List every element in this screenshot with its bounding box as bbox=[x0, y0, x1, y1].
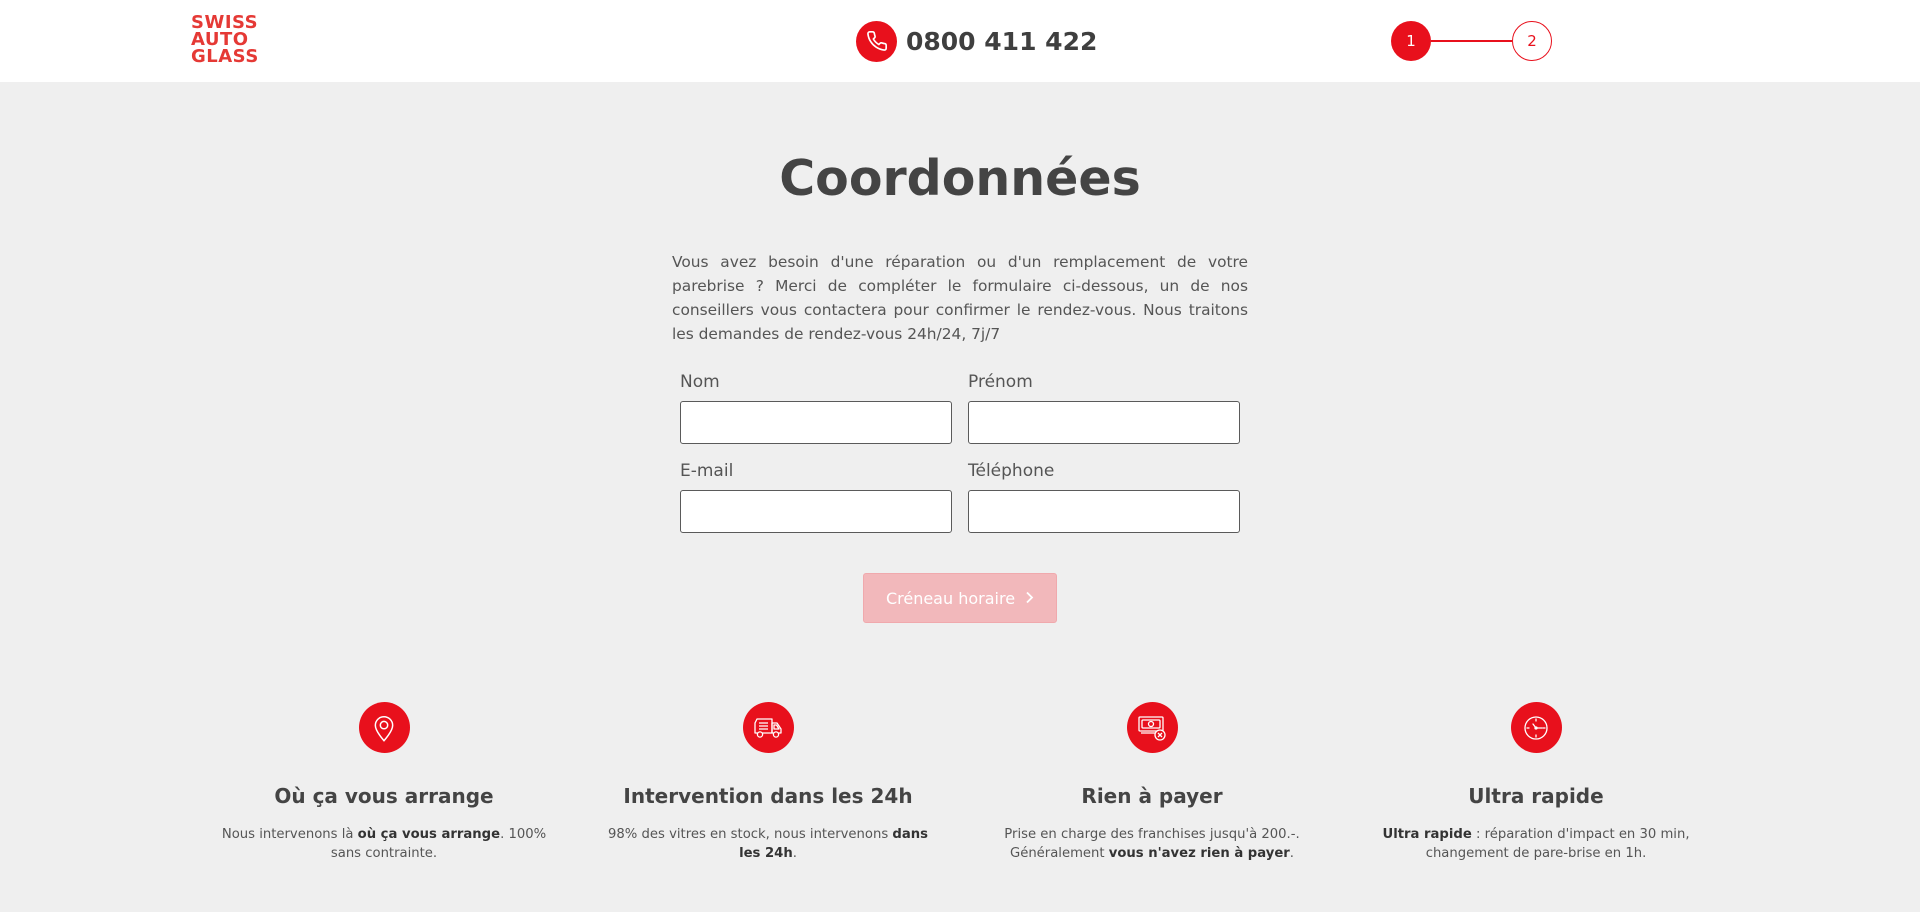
feature-location: Où ça vous arrange Nous intervenons là o… bbox=[192, 702, 576, 863]
step-2: 2 bbox=[1512, 21, 1552, 61]
feature-title: Ultra rapide bbox=[1468, 784, 1604, 808]
swiss-auto-glass-logo[interactable]: SWISS AUTO GLASS bbox=[191, 14, 273, 67]
telephone-input[interactable] bbox=[968, 490, 1240, 533]
nom-input[interactable] bbox=[680, 401, 952, 444]
prenom-input[interactable] bbox=[968, 401, 1240, 444]
feature-description: Nous intervenons là où ça vous arrange. … bbox=[221, 827, 547, 861]
creneau-horaire-label: Créneau horaire bbox=[885, 588, 1016, 608]
nom-label: Nom bbox=[680, 372, 720, 392]
truck-icon bbox=[742, 702, 794, 753]
feature-title: Intervention dans les 24h bbox=[623, 784, 913, 808]
chevron-right-icon bbox=[1025, 589, 1034, 608]
feature-intervention: Intervention dans les 24h 98% des vitres… bbox=[576, 702, 960, 863]
feature-description: 98% des vitres en stock, nous intervenon… bbox=[608, 827, 928, 861]
feature-title: Rien à payer bbox=[1081, 784, 1223, 808]
prenom-label: Prénom bbox=[968, 372, 1033, 392]
step-1-active: 1 bbox=[1391, 21, 1431, 61]
progress-stepper: 1 2 bbox=[1391, 21, 1553, 61]
stepper-connector bbox=[1431, 40, 1512, 42]
creneau-horaire-button[interactable]: Créneau horaire bbox=[863, 573, 1057, 623]
clock-icon bbox=[1510, 702, 1562, 753]
feature-description: Ultra rapide : réparation d'impact en 30… bbox=[1382, 827, 1690, 861]
phone-contact[interactable]: 0800 411 422 bbox=[856, 20, 1097, 62]
money-icon bbox=[1126, 702, 1178, 753]
phone-icon bbox=[856, 20, 897, 62]
phone-number[interactable]: 0800 411 422 bbox=[906, 27, 1097, 56]
feature-description: Prise en charge des franchises jusqu'à 2… bbox=[1004, 827, 1300, 861]
intro-text: Vous avez besoin d'une réparation ou d'u… bbox=[672, 253, 1248, 343]
email-label: E-mail bbox=[680, 461, 734, 481]
feature-rien-a-payer: Rien à payer Prise en charge des franchi… bbox=[960, 702, 1344, 863]
telephone-label: Téléphone bbox=[968, 461, 1055, 481]
email-input[interactable] bbox=[680, 490, 952, 533]
site-header: SWISS AUTO GLASS 0800 411 422 1 2 bbox=[0, 0, 1920, 82]
feature-ultra-rapide: Ultra rapide Ultra rapide : réparation d… bbox=[1344, 702, 1728, 863]
location-pin-icon bbox=[358, 702, 410, 753]
logo-line-3: GLASS bbox=[191, 46, 259, 67]
page-title: Coordonnées bbox=[779, 150, 1141, 207]
feature-title: Où ça vous arrange bbox=[274, 784, 494, 808]
